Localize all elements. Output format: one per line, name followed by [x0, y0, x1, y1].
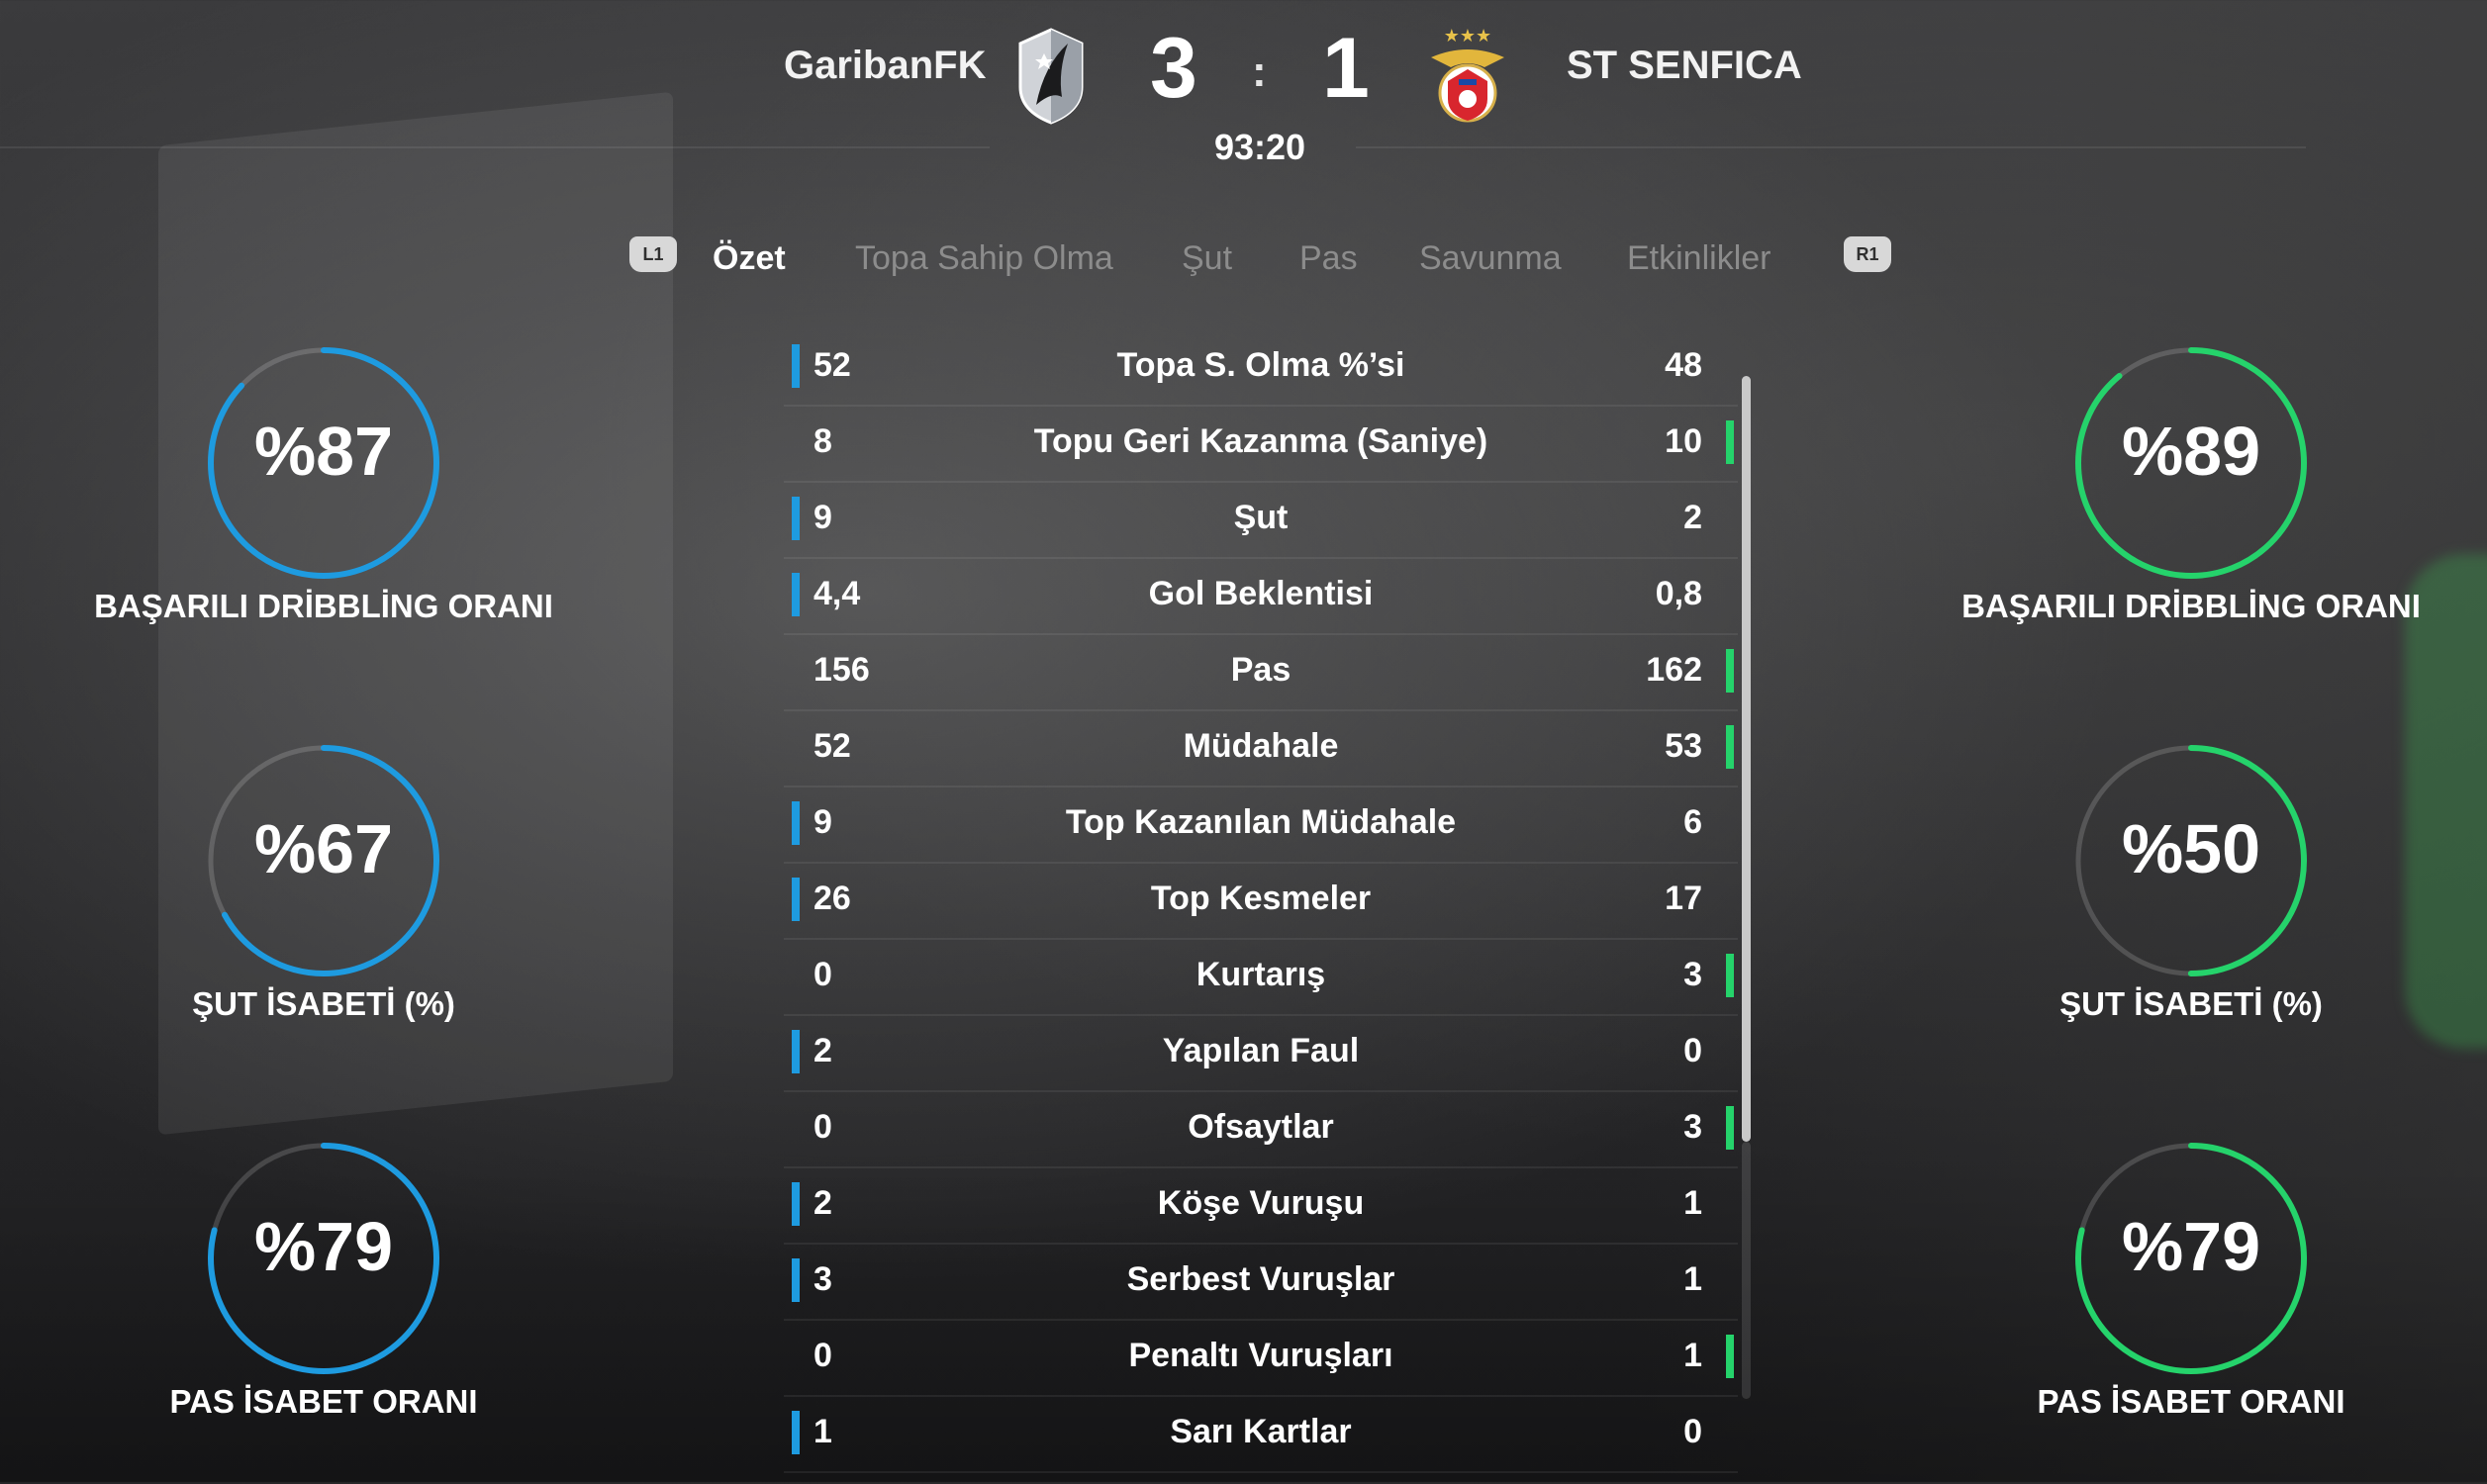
away-pass-accuracy-label: PAS İSABET ORANI	[2037, 1383, 2345, 1420]
tab-etkinlikler[interactable]: Etkinlikler	[1627, 239, 1770, 278]
stat-row: 0 Penaltı Vuruşları 1	[784, 1321, 1738, 1397]
stat-label: Topu Geri Kazanma (Saniye)	[1033, 422, 1488, 460]
stat-away-value: 6	[1683, 803, 1702, 841]
stat-away-value: 0	[1683, 1032, 1702, 1069]
home-shot-accuracy-label: ŞUT İSABETİ (%)	[192, 985, 455, 1022]
stat-away-value: 53	[1665, 727, 1702, 765]
home-team-crest-icon	[1014, 26, 1088, 125]
away-pass-accuracy-gauge: %79 PAS İSABET ORANI	[1914, 1130, 2468, 1456]
r1-shoulder-button-icon[interactable]: R1	[1844, 236, 1891, 272]
stat-row: 1 Sarı Kartlar 0	[784, 1397, 1738, 1473]
home-dribbling-gauge: %87 BAŞARILI DRİBBLİNG ORANI	[47, 334, 601, 661]
away-score: 1	[1322, 21, 1370, 116]
stat-row: 8 Topu Geri Kazanma (Saniye) 10	[784, 407, 1738, 483]
away-dribbling-value: %89	[2121, 413, 2261, 490]
match-clock: 93:20	[1213, 127, 1306, 167]
stat-row: 4,4 Gol Beklentisi 0,8	[784, 559, 1738, 635]
stat-label: Top Kazanılan Müdahale	[1065, 803, 1457, 841]
stat-away-value: 0,8	[1655, 575, 1702, 612]
stat-label: Ofsaytlar	[1188, 1108, 1334, 1146]
stat-away-value: 0	[1683, 1413, 1702, 1450]
stat-label: Top Kesmeler	[1150, 880, 1372, 917]
away-shot-accuracy-value: %50	[2121, 810, 2261, 887]
stat-row: 156 Pas 162	[784, 635, 1738, 711]
away-dribbling-gauge: %89 BAŞARILI DRİBBLİNG ORANI	[1914, 334, 2468, 661]
stat-row: 52 Topa S. Olma %’si 48	[784, 330, 1738, 407]
stats-scrollbar-track[interactable]	[1742, 1142, 1751, 1399]
stat-away-value: 2	[1683, 499, 1702, 536]
stat-away-value: 1	[1683, 1184, 1702, 1222]
stat-away-value: 1	[1683, 1260, 1702, 1298]
tab-savunma[interactable]: Savunma	[1419, 239, 1562, 278]
tab-topa-sahip-olma[interactable]: Topa Sahip Olma	[855, 239, 1113, 278]
home-shot-accuracy-value: %67	[253, 810, 394, 887]
home-pass-accuracy-value: %79	[253, 1208, 394, 1285]
stat-away-value: 1	[1683, 1337, 1702, 1374]
stat-label: Kurtarış	[1196, 956, 1326, 993]
stat-row: 2 Köşe Vuruşu 1	[784, 1168, 1738, 1245]
score-separator: :	[1252, 47, 1267, 96]
away-team-name: ST SENFICA	[1567, 44, 1802, 87]
tab-pas[interactable]: Pas	[1299, 239, 1358, 278]
tab-sut[interactable]: Şut	[1182, 239, 1232, 278]
match-stats-table: 52 Topa S. Olma %’si 48 8 Topu Geri Kazanma …	[784, 330, 1738, 1473]
stat-away-value: 3	[1683, 1108, 1702, 1146]
stat-row: 2 Yapılan Faul 0	[784, 1016, 1738, 1092]
stat-row: 9 Şut 2	[784, 483, 1738, 559]
stat-label: Serbest Vuruşlar	[1126, 1260, 1395, 1298]
stat-row: 52 Müdahale 53	[784, 711, 1738, 788]
stat-label: Topa S. Olma %’si	[1116, 346, 1405, 384]
stat-label: Yapılan Faul	[1162, 1032, 1360, 1069]
stat-label: Sarı Kartlar	[1170, 1413, 1352, 1450]
header-divider-left	[0, 146, 990, 148]
home-dribbling-value: %87	[253, 413, 394, 490]
home-pass-accuracy-label: PAS İSABET ORANI	[169, 1383, 478, 1420]
l1-shoulder-button-icon[interactable]: L1	[629, 236, 677, 272]
away-shot-accuracy-label: ŞUT İSABETİ (%)	[2059, 985, 2323, 1022]
stat-label: Müdahale	[1183, 727, 1339, 765]
stat-away-value: 17	[1665, 880, 1702, 917]
stat-row: 3 Serbest Vuruşlar 1	[784, 1245, 1738, 1321]
stat-away-value: 10	[1665, 422, 1702, 460]
stat-row: 26 Top Kesmeler 17	[784, 864, 1738, 940]
away-pass-accuracy-value: %79	[2121, 1208, 2261, 1285]
stat-away-value: 3	[1683, 956, 1702, 993]
stat-label: Köşe Vuruşu	[1157, 1184, 1365, 1222]
home-team-name: GaribanFK	[784, 44, 987, 87]
stat-away-value: 162	[1646, 651, 1702, 689]
stats-scrollbar-thumb[interactable]	[1742, 376, 1751, 1142]
tab-ozet[interactable]: Özet	[713, 239, 786, 278]
stat-away-value: 48	[1665, 346, 1702, 384]
home-shot-accuracy-gauge: %67 ŞUT İSABETİ (%)	[47, 732, 601, 1059]
stat-row: 0 Ofsaytlar 3	[784, 1092, 1738, 1168]
svg-text:★★★: ★★★	[1444, 26, 1491, 46]
away-team-crest-icon: ★★★	[1425, 24, 1510, 127]
stat-row: 0 Kurtarış 3	[784, 940, 1738, 1016]
header-divider-right	[1356, 146, 2306, 148]
stat-label: Penaltı Vuruşları	[1128, 1337, 1393, 1374]
stat-label: Gol Beklentisi	[1148, 575, 1374, 612]
home-dribbling-label: BAŞARILI DRİBBLİNG ORANI	[94, 588, 553, 624]
away-dribbling-label: BAŞARILI DRİBBLİNG ORANI	[1961, 588, 2421, 624]
stat-label: Şut	[1233, 499, 1289, 536]
home-pass-accuracy-gauge: %79 PAS İSABET ORANI	[47, 1130, 601, 1456]
stat-label: Pas	[1230, 651, 1291, 689]
home-score: 3	[1150, 21, 1197, 116]
away-shot-accuracy-gauge: %50 ŞUT İSABETİ (%)	[1914, 732, 2468, 1059]
stat-row: 9 Top Kazanılan Müdahale 6	[784, 788, 1738, 864]
stats-tab-bar: L1 Özet Topa Sahip Olma Şut Pas Savunma …	[623, 232, 1900, 287]
